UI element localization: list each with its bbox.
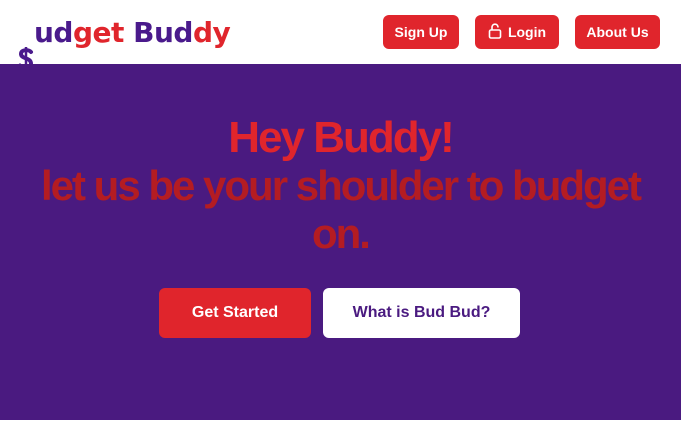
logo-text-get: get xyxy=(72,16,124,49)
hero-greeting: Hey Buddy! xyxy=(228,113,454,162)
brand-logo[interactable]: udget Buddy xyxy=(18,16,231,71)
logo-text-bud: Bud xyxy=(133,16,193,49)
what-is-bud-bud-button[interactable]: What is Bud Bud? xyxy=(323,288,520,338)
get-started-button[interactable]: Get Started xyxy=(159,288,311,338)
sign-up-button[interactable]: Sign Up xyxy=(383,15,459,49)
lock-icon xyxy=(488,22,502,42)
about-us-button[interactable]: About Us xyxy=(575,15,660,49)
logo-space xyxy=(124,16,133,49)
hero-section: Hey Buddy! let us be your shoulder to bu… xyxy=(0,64,681,420)
login-button[interactable]: Login xyxy=(475,15,559,49)
get-started-label: Get Started xyxy=(191,304,279,321)
logo-text-udget: ud xyxy=(34,16,73,49)
hero-tagline: let us be your shoulder to budget on. xyxy=(40,162,642,257)
sign-up-label: Sign Up xyxy=(394,24,448,40)
login-label: Login xyxy=(507,24,547,40)
about-us-label: About Us xyxy=(586,24,649,40)
what-is-bud-bud-label: What is Bud Bud? xyxy=(352,304,491,321)
top-navbar: udget Buddy Sign Up Login About Us xyxy=(0,0,681,71)
logo-text-dy: dy xyxy=(192,16,231,49)
